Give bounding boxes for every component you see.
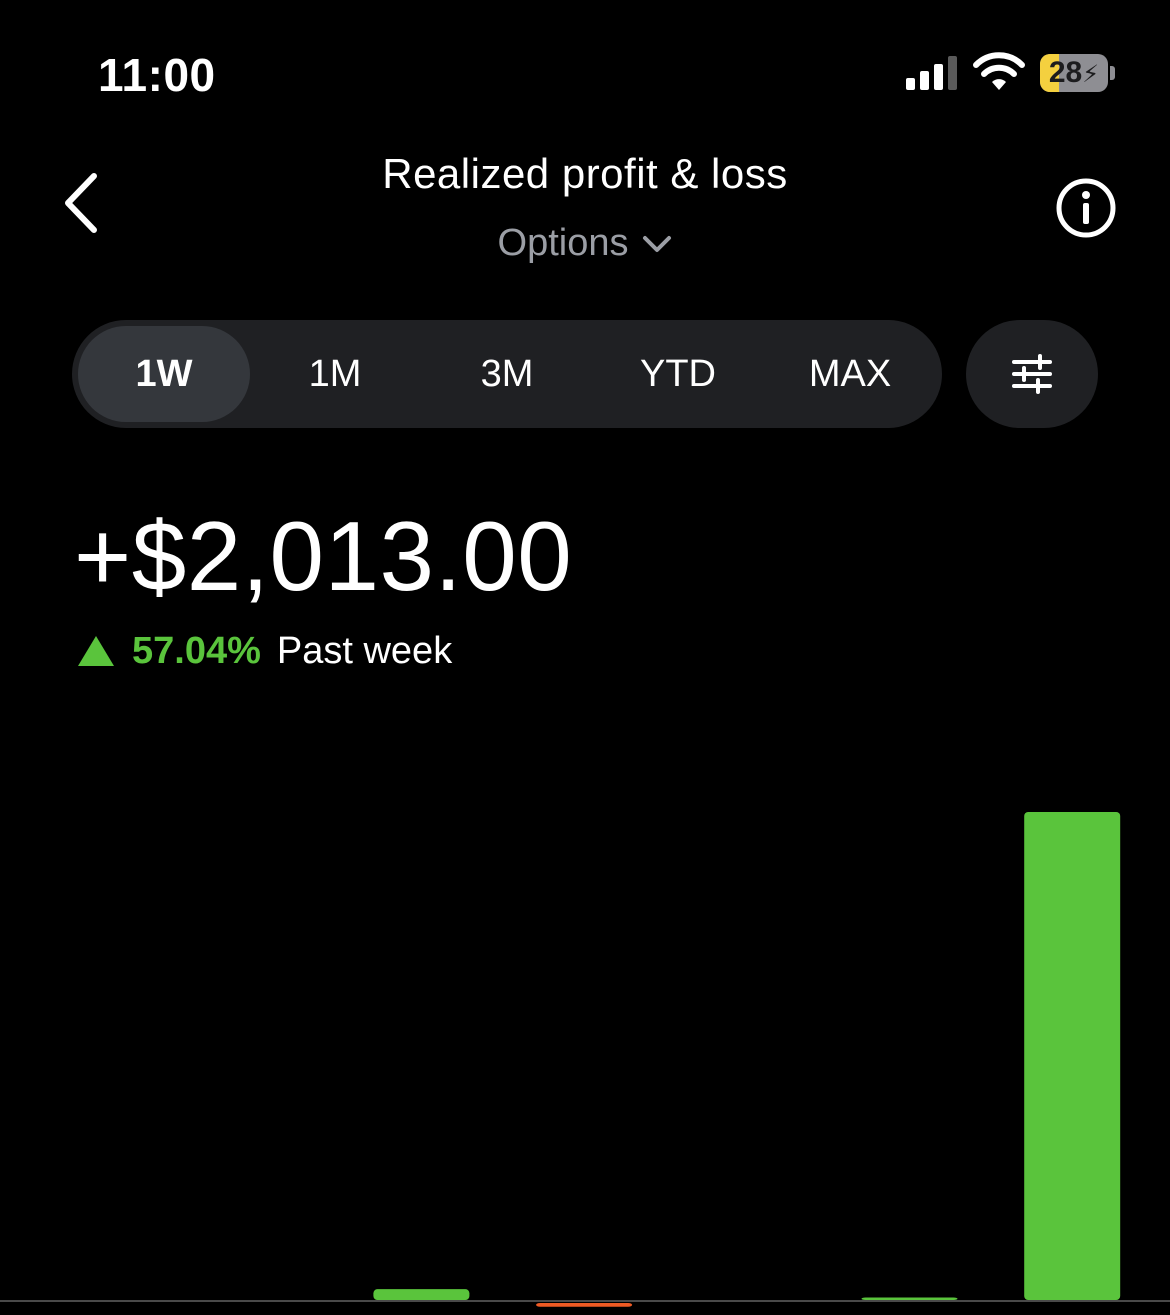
tab-1m[interactable]: 1M bbox=[249, 326, 421, 422]
info-button[interactable] bbox=[1054, 176, 1118, 240]
total-realized-pnl: +$2,013.00 bbox=[74, 501, 573, 611]
change-row: 57.04% Past week bbox=[78, 626, 452, 676]
sliders-icon bbox=[1012, 354, 1052, 394]
tab-max[interactable]: MAX bbox=[764, 326, 936, 422]
battery-cap bbox=[1110, 66, 1115, 80]
battery-icon: 28⚡ bbox=[1040, 54, 1108, 92]
chart-bar-5[interactable] bbox=[861, 1297, 958, 1300]
wifi-icon bbox=[973, 52, 1025, 90]
change-period: Past week bbox=[276, 629, 453, 672]
chart-bar-3[interactable] bbox=[536, 1303, 633, 1307]
page-title: Realized profit & loss bbox=[382, 150, 788, 197]
tab-ytd[interactable]: YTD bbox=[592, 326, 764, 422]
chart-bar-6[interactable] bbox=[1024, 812, 1121, 1300]
battery-level: 28⚡ bbox=[1048, 56, 1100, 89]
chart-bar-2[interactable] bbox=[373, 1289, 470, 1300]
asset-type-selector[interactable]: Options bbox=[0, 222, 1170, 265]
tab-3m[interactable]: 3M bbox=[421, 326, 593, 422]
time-range-selector: 1W 1M 3M YTD MAX bbox=[72, 320, 942, 428]
chevron-down-icon bbox=[643, 235, 672, 252]
filter-button[interactable] bbox=[966, 320, 1098, 428]
status-bar: 11:00 28⚡ bbox=[0, 0, 1170, 140]
cellular-signal-icon bbox=[906, 56, 960, 90]
info-circle-icon bbox=[1056, 178, 1116, 238]
triangle-up-icon bbox=[78, 636, 114, 666]
change-percent: 57.04% bbox=[132, 629, 261, 672]
tab-1w[interactable]: 1W bbox=[78, 326, 250, 422]
asset-type-label: Options bbox=[497, 222, 629, 264]
pnl-bar-chart bbox=[0, 812, 1170, 1307]
status-time: 11:00 bbox=[98, 49, 216, 101]
